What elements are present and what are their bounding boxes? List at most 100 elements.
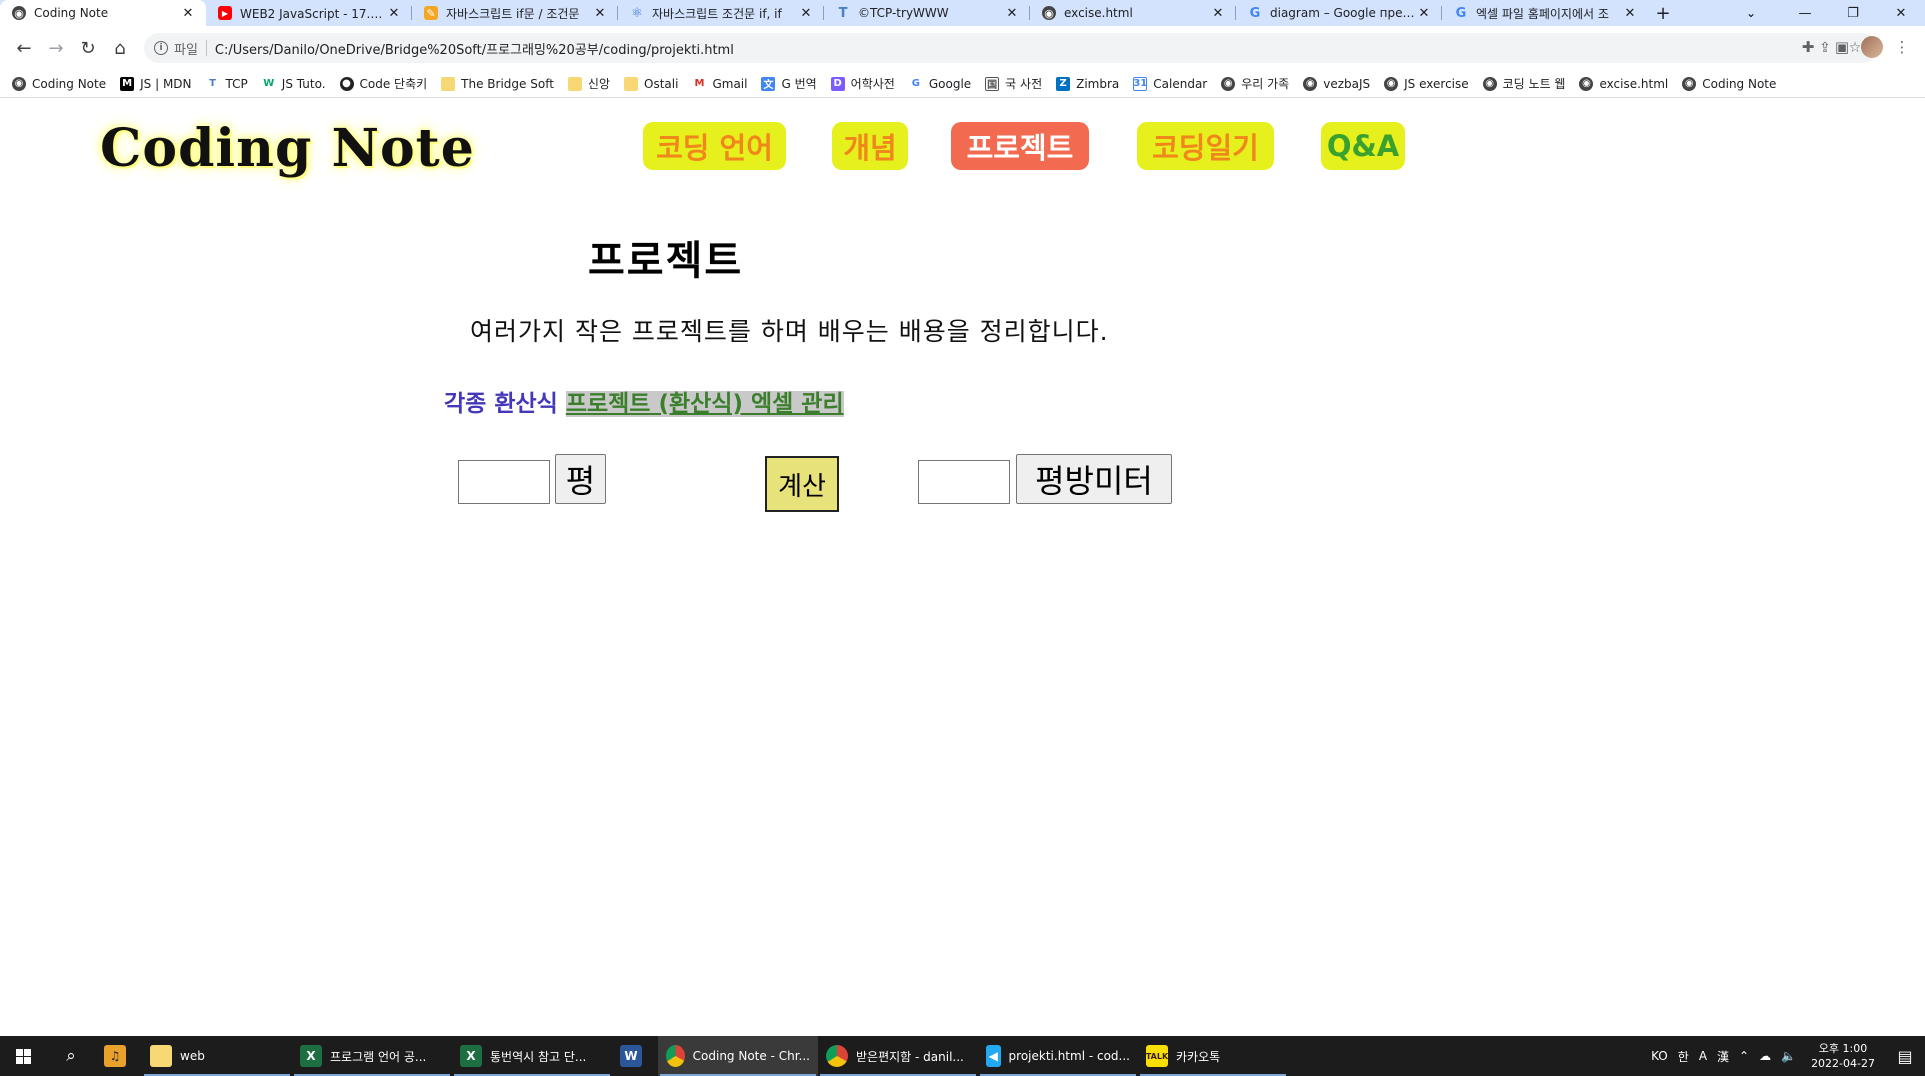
square-meter-unit-button[interactable]: 평방미터 (1016, 454, 1172, 504)
nav-concepts[interactable]: 개념 (832, 122, 908, 170)
bookmark-translate[interactable]: 文 G 번역 (761, 75, 817, 92)
bookmark-coding-note[interactable]: ◉ Coding Note (12, 76, 106, 91)
bookmark-code-shortcuts[interactable]: ● Code 단축키 (339, 75, 427, 92)
speaker-icon[interactable]: 🔈 (1776, 1049, 1801, 1063)
tab-coding-note[interactable]: ◉ Coding Note ✕ (0, 0, 206, 26)
gmail-icon: M (694, 78, 705, 89)
calculate-button[interactable]: 계산 (765, 456, 839, 512)
notification-icon[interactable]: ▤ (1885, 1047, 1925, 1066)
tab-web2-javascript[interactable]: ▶ WEB2 JavaScript - 17.조건 ✕ (206, 0, 412, 26)
ime-hanja[interactable]: 漢 (1712, 1048, 1734, 1065)
clock-date: 2022-04-27 (1811, 1057, 1875, 1070)
start-button[interactable] (0, 1036, 46, 1076)
bookmark-korean-dictionary[interactable]: 国 국 사전 (985, 75, 1042, 92)
tab-js-condition[interactable]: ⚛ 자바스크립트 조건문 if, if ✕ (618, 0, 824, 26)
tab-js-if[interactable]: ✎ 자바스크립트 if문 / 조건문 ✕ (412, 0, 618, 26)
new-tab-button[interactable]: + (1648, 0, 1678, 26)
close-icon[interactable]: ✕ (798, 6, 814, 21)
bookmark-coding-note-2[interactable]: ◉ Coding Note (1682, 76, 1776, 91)
taskbar-kakaotalk[interactable]: TALK 카카오톡 (1138, 1036, 1288, 1076)
side-panel-icon[interactable]: ▣ (1827, 32, 1857, 62)
taskbar-chrome-inbox[interactable]: 받은편지함 - danil... (818, 1036, 978, 1076)
bookmark-folder-bridge-soft[interactable]: The Bridge Soft (441, 76, 554, 91)
nav-qna[interactable]: Q&A (1321, 122, 1405, 170)
close-window-icon[interactable]: ✕ (1877, 0, 1925, 26)
taskbar-excel-2[interactable]: X 통번역시 참고 단... (452, 1036, 612, 1076)
bookmark-js-mdn[interactable]: M JS | MDN (120, 76, 192, 91)
close-icon[interactable]: ✕ (180, 6, 196, 21)
tab-excel-homepage[interactable]: G 엑셀 파일 홈페이지에서 조 ✕ (1442, 0, 1648, 26)
address-url[interactable]: C:/Users/Danilo/OneDrive/Bridge%20Soft/프… (215, 39, 1807, 58)
bookmark-folder-faith[interactable]: 신앙 (567, 75, 610, 92)
search-icon[interactable]: ⌕ (46, 1036, 96, 1076)
pyeong-unit-button[interactable]: 평 (555, 454, 606, 504)
close-icon[interactable]: ✕ (1622, 6, 1638, 21)
mdn-icon: M (120, 76, 135, 91)
bookmark-label: 어학사전 (850, 77, 895, 91)
bookmark-js-tuto[interactable]: W JS Tuto. (262, 77, 325, 91)
bookmark-label: 우리 가족 (1241, 77, 1290, 91)
bookmark-vezbajs[interactable]: ◉ vezbaJS (1303, 76, 1370, 91)
chevron-down-icon[interactable]: ⌄ (1737, 0, 1765, 26)
language-indicator[interactable]: KO (1646, 1049, 1673, 1063)
avatar[interactable] (1861, 36, 1883, 58)
nav-coding-language[interactable]: 코딩 언어 (643, 122, 786, 170)
bookmark-zimbra[interactable]: Z Zimbra (1056, 76, 1119, 91)
taskbar-chrome-coding-note[interactable]: Coding Note - Chr... (658, 1036, 818, 1076)
close-icon[interactable]: ✕ (1416, 6, 1432, 21)
windows-taskbar: ⌕ ♫ web X 프로그램 언어 공... X 통번역시 참고 단... W … (0, 1036, 1925, 1076)
close-icon[interactable]: ✕ (1004, 6, 1020, 21)
bookmark-tcp[interactable]: T TCP (206, 77, 248, 91)
page-description: 여러가지 작은 프로젝트를 하며 배우는 배용을 정리합니다. (470, 317, 1109, 346)
system-tray: KO 한 A 漢 ⌃ ☁ 🔈 오후 1:00 2022-04-27 ▤ (1646, 1036, 1925, 1076)
taskbar-file-explorer[interactable]: web (142, 1036, 292, 1076)
info-icon[interactable]: i (154, 41, 168, 55)
kebab-menu-icon[interactable]: ⋮ (1887, 32, 1917, 62)
tcp-icon: T (838, 5, 848, 21)
clock[interactable]: 오후 1:00 2022-04-27 (1801, 1041, 1885, 1071)
bookmark-google[interactable]: G Google (909, 77, 971, 91)
bookmark-gmail[interactable]: M Gmail (692, 77, 747, 91)
chevron-up-icon[interactable]: ⌃ (1734, 1049, 1754, 1063)
nav-projects[interactable]: 프로젝트 (951, 122, 1089, 170)
forward-arrow-icon[interactable]: → (40, 32, 72, 64)
bookmark-js-exercise[interactable]: ◉ JS exercise (1384, 76, 1469, 91)
home-icon[interactable]: ⌂ (104, 32, 136, 64)
taskbar-app[interactable]: ♫ (96, 1036, 142, 1076)
taskbar-excel-1[interactable]: X 프로그램 언어 공... (292, 1036, 452, 1076)
ime-hangul[interactable]: 한 (1673, 1048, 1694, 1065)
taskbar-label: projekti.html - cod... (1008, 1049, 1130, 1063)
cloud-icon[interactable]: ☁ (1754, 1049, 1776, 1063)
folder-icon (624, 76, 639, 91)
bookmark-dictionary[interactable]: D 어학사전 (830, 75, 895, 92)
nav-coding-diary[interactable]: 코딩일기 (1137, 122, 1274, 170)
reload-icon[interactable]: ↻ (72, 32, 104, 64)
taskbar-word[interactable]: W (612, 1036, 658, 1076)
extensions-icon[interactable]: ✚ (1793, 32, 1823, 62)
globe-icon: ◉ (1303, 76, 1318, 91)
taskbar-vscode[interactable]: ◀ projekti.html - cod... (978, 1036, 1138, 1076)
site-logo[interactable]: Coding Note (100, 118, 475, 179)
bookmark-excise[interactable]: ◉ excise.html (1579, 76, 1668, 91)
bookmark-family[interactable]: ◉ 우리 가족 (1221, 75, 1289, 92)
globe-icon: ◉ (1384, 76, 1399, 91)
close-icon[interactable]: ✕ (386, 6, 402, 21)
bookmark-calendar[interactable]: 31 Calendar (1133, 76, 1207, 91)
address-bar[interactable]: i 파일 C:/Users/Danilo/OneDrive/Bridge%20S… (144, 33, 1877, 63)
bookmark-folder-ostali[interactable]: Ostali (624, 76, 678, 91)
square-meter-input[interactable] (918, 460, 1010, 504)
pyeong-input[interactable] (458, 460, 550, 504)
tab-tcp[interactable]: T ©TCP-tryWWW ✕ (824, 0, 1030, 26)
close-icon[interactable]: ✕ (592, 6, 608, 21)
converter-excel-link[interactable]: 프로젝트 (환산식) 엑셀 관리 (565, 391, 844, 417)
minimize-icon[interactable]: — (1781, 0, 1829, 26)
tab-excise[interactable]: ◉ excise.html ✕ (1030, 0, 1236, 26)
ime-alpha[interactable]: A (1694, 1049, 1712, 1063)
close-icon[interactable]: ✕ (1210, 6, 1226, 21)
back-arrow-icon[interactable]: ← (8, 32, 40, 64)
tab-diagram[interactable]: G diagram – Google пpetpa ✕ (1236, 0, 1442, 26)
address-divider (205, 40, 207, 56)
restore-icon[interactable]: ❐ (1829, 0, 1877, 26)
word-icon: W (620, 1045, 642, 1067)
bookmark-coding-note-web[interactable]: ◉ 코딩 노트 웹 (1482, 75, 1565, 92)
